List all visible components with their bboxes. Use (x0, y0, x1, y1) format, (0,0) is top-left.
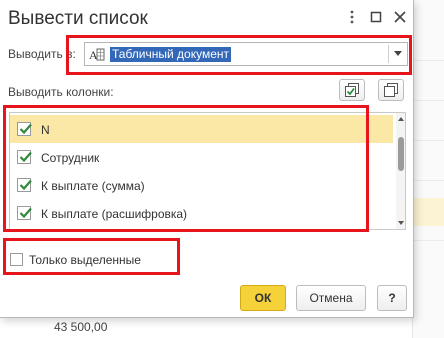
only-selected-label: Только выделенные (29, 253, 141, 267)
uncheck-all-button[interactable] (378, 79, 404, 101)
list-item[interactable]: К выплате (сумма) (10, 171, 393, 199)
maximize-icon[interactable] (368, 9, 384, 25)
background-amount: 43 500,00 (54, 320, 108, 334)
vertical-scrollbar[interactable] (396, 113, 405, 229)
only-selected-checkbox[interactable] (10, 253, 23, 266)
list-item[interactable]: К выплате (расшифровка) (10, 199, 393, 227)
background-highlight-row (414, 198, 444, 226)
columns-label: Выводить колонки: (8, 85, 114, 99)
columns-list[interactable]: N Сотрудник К выплате (сумма) К выплате … (9, 112, 406, 230)
help-button[interactable]: ? (377, 285, 407, 311)
background-divider (414, 180, 444, 181)
checkbox-checked[interactable] (17, 178, 32, 192)
background-divider (414, 100, 444, 101)
cancel-button[interactable]: Отмена (296, 285, 366, 311)
background-divider (414, 60, 444, 61)
chevron-down-icon[interactable] (394, 51, 402, 56)
ok-button[interactable]: ОК (240, 285, 286, 311)
spreadsheet-document-icon: A (89, 47, 105, 65)
close-icon[interactable] (392, 9, 408, 25)
list-item-label: К выплате (расшифровка) (41, 207, 188, 221)
background-panel (412, 0, 444, 338)
list-item-label: Сотрудник (41, 151, 100, 165)
more-vertical-icon[interactable] (344, 9, 360, 25)
background-divider (414, 240, 444, 241)
background-divider (414, 140, 444, 141)
dialog-title: Вывести список (8, 8, 148, 29)
checkbox-checked[interactable] (17, 150, 32, 164)
output-list-dialog: Вывести список Выводить в: A Табличный д… (0, 0, 414, 318)
list-item[interactable]: Сотрудник (10, 143, 393, 171)
output-target-select[interactable]: A Табличный документ (84, 42, 408, 66)
checkbox-checked[interactable] (17, 122, 32, 136)
list-item-label: К выплате (сумма) (41, 179, 145, 193)
output-target-value: Табличный документ (110, 47, 232, 62)
checkbox-checked[interactable] (17, 206, 32, 220)
scrollbar-thumb[interactable] (398, 137, 404, 171)
list-item-label: N (41, 123, 50, 137)
list-item[interactable]: N (10, 115, 393, 143)
scroll-up-icon[interactable] (398, 117, 404, 121)
select-divider (388, 45, 389, 63)
output-target-label: Выводить в: (8, 47, 76, 61)
check-all-button[interactable] (339, 79, 365, 101)
scroll-down-icon[interactable] (398, 221, 404, 225)
